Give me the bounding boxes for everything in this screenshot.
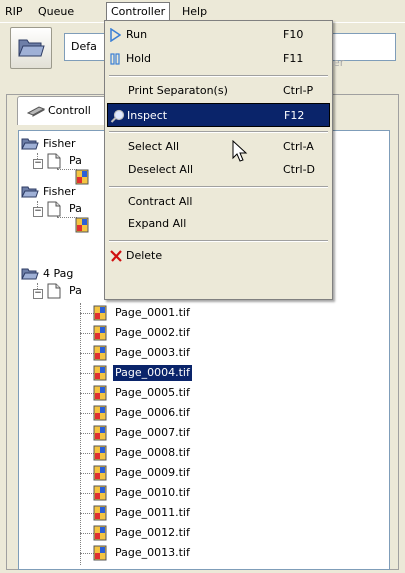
tif-page-icon [93,345,107,361]
collapse-toggle-icon[interactable]: − [33,289,43,299]
document-icon [47,283,61,299]
tif-page-icon [93,505,107,521]
tif-page-icon [93,365,107,381]
menu-item-run-shortcut: F10 [283,28,304,41]
menu-item-contract-all-label: Contract All [128,195,193,208]
menu-separator [109,240,328,242]
tif-page-icon [93,445,107,461]
tif-page-icon [93,405,107,421]
delete-x-icon [110,250,122,262]
menu-item-select-all-label: Select All [128,140,180,153]
menu-controller[interactable]: Controller [106,2,171,21]
collapse-toggle-icon[interactable]: − [33,207,43,217]
menu-item-select-all[interactable]: Select All Ctrl-A [107,135,330,159]
collapse-toggle-icon[interactable]: − [33,159,43,169]
tree-page-label: Page_0003.tif [115,346,190,359]
tif-page-icon [93,425,107,441]
menu-rip[interactable]: RIP [1,3,27,20]
open-folder-button[interactable] [10,27,52,69]
menu-item-print-separations-shortcut: Ctrl-P [283,84,314,97]
tree-group-label: Fisher [43,137,76,150]
mouse-cursor-icon [232,140,248,162]
tif-page-icon [93,545,107,561]
tree-group-label: Fisher [43,185,76,198]
menu-queue[interactable]: Queue [34,3,78,20]
tab-controller-label: Controll [48,104,91,117]
magnifier-icon [110,109,125,123]
queue-combo-value: Defa [71,40,97,53]
menu-item-run-label: Run [126,28,148,41]
menu-item-print-separations[interactable]: Print Separaton(s) Ctrl-P [107,79,330,103]
tree-job-label: Pa [69,202,82,215]
menu-item-hold[interactable]: Hold F11 [107,47,330,71]
tree-page-label: Page_0002.tif [115,326,190,339]
menu-item-delete-label: Delete [126,249,163,262]
menu-bar: RIP Queue Controller Help [0,0,405,22]
folder-open-icon [21,186,39,198]
tree-page-label: Page_0010.tif [115,486,190,499]
tif-page-icon [93,325,107,341]
menu-separator [109,131,328,133]
menu-item-inspect-shortcut: F12 [284,109,305,122]
controller-menu: Run F10 Hold F11 Print Separaton(s) Ctrl… [104,20,333,300]
tif-page-icon [93,485,107,501]
play-icon [110,28,121,42]
menu-item-run[interactable]: Run F10 [107,23,330,47]
menu-item-delete[interactable]: Delete [107,244,330,268]
tree-page-label: Page_0008.tif [115,446,190,459]
tree-page-label: Page_0007.tif [115,426,190,439]
menu-item-deselect-all-shortcut: Ctrl-D [283,163,316,176]
tif-page-icon [93,305,107,321]
tree-page-label: Page_0009.tif [115,466,190,479]
menu-item-print-separations-label: Print Separaton(s) [128,84,228,97]
tree-job-label: Pa [69,284,82,297]
tif-page-icon [93,385,107,401]
tree-group-label: 4 Pag [43,267,74,280]
folder-open-icon [21,138,39,150]
tree-page-label: Page_0004.tif [112,364,193,382]
menu-item-hold-shortcut: F11 [283,52,304,65]
document-icon [47,201,61,217]
folder-open-icon [21,268,39,280]
menu-item-inspect-label: Inspect [127,109,168,122]
tree-page-label: Page_0001.tif [115,306,190,319]
tree-job-label: Pa [69,154,82,167]
menu-help[interactable]: Help [178,3,211,20]
tree-page-label: Page_0006.tif [115,406,190,419]
menu-item-deselect-all[interactable]: Deselect All Ctrl-D [107,158,330,182]
menu-item-select-all-shortcut: Ctrl-A [283,140,314,153]
folder-icon [18,39,45,57]
menu-item-contract-all[interactable]: Contract All [107,190,330,214]
tree-page-label: Page_0011.tif [115,506,190,519]
queue-combo-ghost-text: er [333,56,345,69]
tree-page-label: Page_0013.tif [115,546,190,559]
menu-separator [109,75,328,77]
document-icon [47,153,61,169]
tif-page-icon [93,465,107,481]
tif-page-icon [75,217,89,233]
printer-icon [27,106,45,117]
tree-page-label: Page_0005.tif [115,386,190,399]
menu-item-expand-all-label: Expand All [128,217,187,230]
menu-item-inspect[interactable]: Inspect F12 [107,103,330,127]
tree-page-label: Page_0012.tif [115,526,190,539]
tif-page-icon [75,169,89,185]
pause-icon [110,53,120,65]
menu-separator [109,186,328,188]
menu-item-hold-label: Hold [126,52,152,65]
menu-item-deselect-all-label: Deselect All [128,163,194,176]
tif-page-icon [93,525,107,541]
menu-item-expand-all[interactable]: Expand All [107,212,330,236]
